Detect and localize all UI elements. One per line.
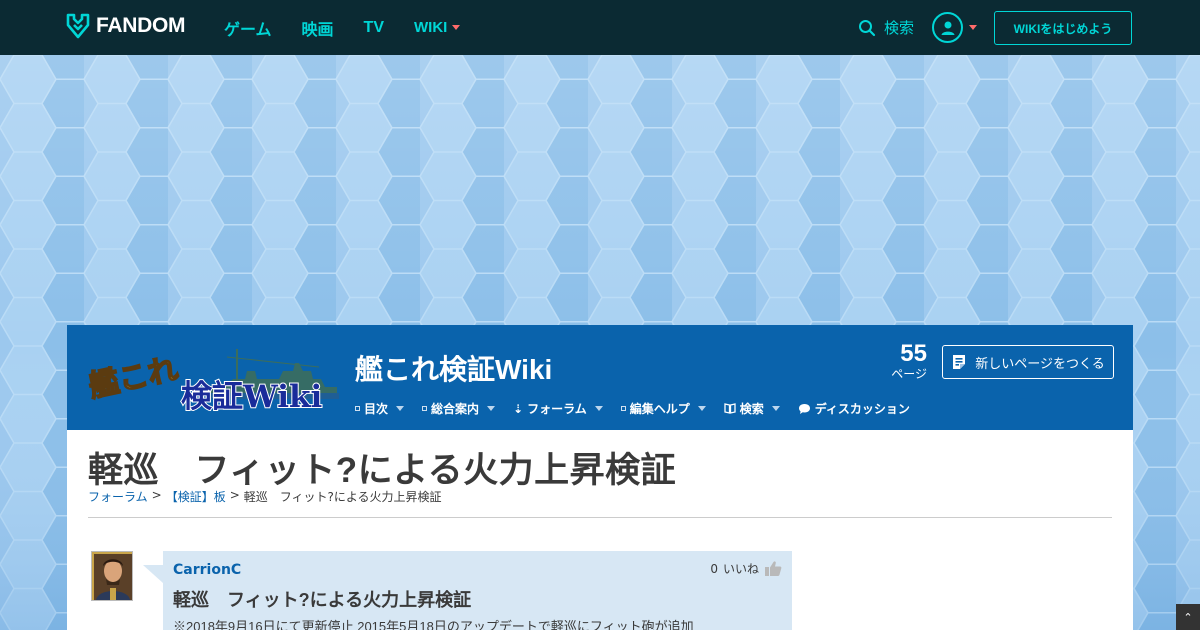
chevron-down-icon [697,406,706,411]
nav-link-wiki-label: WIKI [414,19,448,36]
user-avatar-icon [932,12,963,43]
global-navigation: FANDOM ゲーム 映画 TV WIKI 検索 WIKIをはじめよう [0,0,1200,55]
chevron-down-icon [969,25,977,30]
chevron-up-icon: ⌃ [1183,610,1193,624]
local-nav-edit-help[interactable]: 編集ヘルプ [620,400,706,417]
anchor-icon: ⇣ [513,401,524,416]
fandom-heart-icon [66,13,90,39]
chevron-down-icon [396,406,405,411]
wiki-logo-text-1: 艦これ [87,352,181,405]
thumbs-up-icon[interactable] [764,560,782,577]
nav-link-wiki[interactable]: WIKI [414,19,461,36]
breadcrumb-separator: > [229,488,240,502]
start-wiki-button[interactable]: WIKIをはじめよう [994,11,1132,45]
post-likes[interactable]: 0 いいね [710,560,782,577]
wiki-local-navigation: 目次 総合案内 ⇣ フォーラム 編集ヘルプ 検索 ディスカッション [355,400,910,417]
chevron-down-icon [594,406,603,411]
new-page-label: 新しいページをつくる [975,356,1105,372]
local-nav-label: フォーラム [527,402,587,416]
local-nav-label: 総合案内 [431,402,480,416]
nav-link-tv[interactable]: TV [364,19,384,37]
article-content: 軽巡 フィット?による火力上昇検証 フォーラム > 【検証】板 > 軽巡 フィッ… [67,430,1133,630]
post-body: ※2018年9月16日にて更新停止 2015年5月18日のアップデートで軽巡にフ… [173,619,694,630]
post-author-avatar[interactable] [91,551,133,601]
local-nav-forum[interactable]: ⇣ フォーラム [513,400,603,417]
wiki-header: 艦これ 検証Wiki 艦これ検証Wiki 55 ページ 新しいページをつくる 目… [67,325,1133,430]
fandom-logo[interactable]: FANDOM [66,13,186,39]
wiki-logo[interactable]: 艦これ 検証Wiki [85,341,339,416]
breadcrumb-current: 軽巡 フィット?による火力上昇検証 [243,490,442,504]
nav-link-games[interactable]: ゲーム [224,16,272,40]
chevron-down-icon [487,406,496,411]
page-count: 55 ページ [887,340,927,382]
local-nav-guide[interactable]: 総合案内 [422,400,496,417]
forum-post: CarrionC 0 いいね 軽巡 フィット?による火力上昇検証 ※2018年9… [163,551,792,630]
breadcrumb-board-link[interactable]: 【検証】板 [166,488,226,505]
likes-label: いいね [722,562,759,576]
local-nav-search[interactable]: 検索 [724,400,780,417]
global-search-button[interactable]: 検索 [858,17,914,38]
wiki-logo-text-2: 検証Wiki [181,379,322,411]
new-page-button[interactable]: 新しいページをつくる [942,345,1114,379]
user-icon [941,21,954,35]
scroll-to-top-button[interactable]: ⌃ [1176,604,1200,630]
local-nav-label: ディスカッション [814,402,910,416]
chevron-down-icon [771,406,780,411]
post-author-link[interactable]: CarrionC [173,562,241,578]
user-menu[interactable] [932,12,977,43]
local-nav-discussion[interactable]: ディスカッション [798,400,910,417]
divider [88,517,1112,518]
search-icon [859,19,876,36]
new-page-icon [953,355,966,369]
likes-count: 0 [710,561,718,576]
chevron-down-icon [452,25,461,30]
wiki-logo-image: 艦これ 検証Wiki [85,349,339,416]
post-title: 軽巡 フィット?による火力上昇検証 [173,590,472,610]
page-count-number: 55 [900,340,927,367]
local-nav-label: 検索 [739,402,764,416]
book-icon [724,403,736,414]
speech-bubble-icon [798,403,810,414]
post-pointer [143,565,163,583]
breadcrumb-forum-link[interactable]: フォーラム [88,488,148,505]
search-label: 検索 [884,20,915,37]
fandom-brand-text: FANDOM [96,14,186,37]
square-icon [355,406,360,411]
local-nav-label: 目次 [364,402,389,416]
page-count-label: ページ [891,367,927,381]
wiki-title[interactable]: 艦これ検証Wiki [355,348,552,388]
global-nav-links: ゲーム 映画 TV WIKI [224,0,461,55]
breadcrumb-separator: > [151,488,162,502]
square-icon [422,406,428,411]
page-title: 軽巡 フィット?による火力上昇検証 [88,451,677,490]
local-nav-label: 編集ヘルプ [629,402,690,416]
local-nav-contents[interactable]: 目次 [355,400,405,417]
nav-link-movies[interactable]: 映画 [302,16,334,40]
square-icon [620,406,626,411]
breadcrumb: フォーラム > 【検証】板 > 軽巡 フィット?による火力上昇検証 [88,488,442,505]
avatar-portrait [92,552,132,600]
